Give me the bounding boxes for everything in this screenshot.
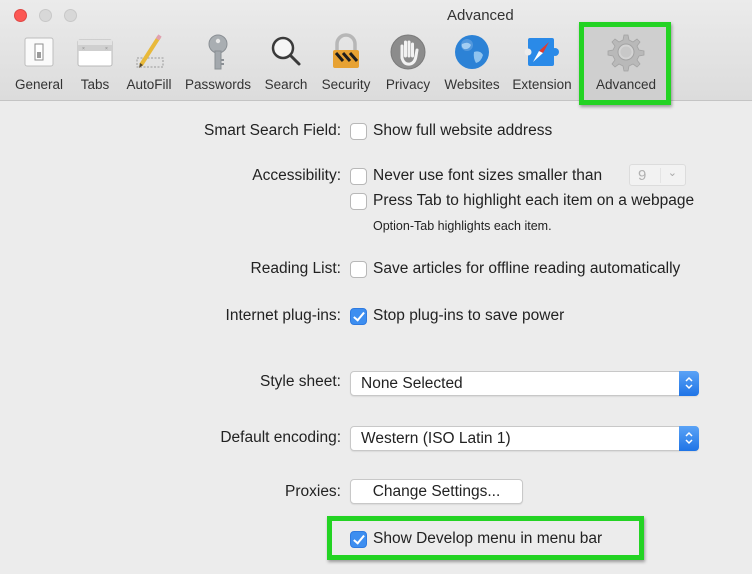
offline-reading-checkbox[interactable]	[350, 261, 367, 278]
tab-highlight-text: Press Tab to highlight each item on a we…	[373, 192, 695, 209]
svg-text:×: ×	[105, 46, 108, 52]
change-settings-button[interactable]: Change Settings...	[350, 479, 523, 504]
tab-security[interactable]: Security	[316, 28, 376, 100]
tab-search-label: Search	[264, 77, 308, 92]
stop-plugins-checkbox[interactable]	[350, 308, 367, 325]
show-develop-menu-text: Show Develop menu in menu bar	[373, 530, 603, 547]
advanced-tab-highlight	[579, 22, 671, 105]
safari-preferences-window: Advanced General × × Tabs AutoFill Passw…	[0, 0, 752, 574]
reading-list-label: Reading List:	[250, 260, 341, 277]
tab-autofill-label: AutoFill	[126, 77, 172, 92]
style-sheet-value: None Selected	[361, 375, 463, 392]
up-down-chevron-icon	[679, 371, 699, 396]
pencil-form-icon	[136, 34, 164, 68]
tab-security-label: Security	[321, 77, 371, 92]
tab-websites-label: Websites	[444, 77, 500, 92]
advanced-settings-panel: Smart Search Field: Show full website ad…	[0, 102, 752, 574]
show-full-address-text: Show full website address	[373, 122, 553, 139]
tabs-window-icon: × ×	[77, 39, 113, 67]
show-full-address-checkbox[interactable]	[350, 123, 367, 140]
smart-search-label: Smart Search Field:	[204, 122, 341, 139]
tab-autofill[interactable]: AutoFill	[120, 28, 178, 100]
general-switch-icon	[24, 37, 54, 67]
min-font-size-select[interactable]: 9 ⌄	[629, 164, 686, 186]
tab-websites[interactable]: Websites	[440, 28, 504, 100]
zoom-window-button[interactable]	[64, 9, 77, 22]
offline-reading-text: Save articles for offline reading automa…	[373, 260, 681, 277]
min-font-size-text: Never use font sizes smaller than	[373, 167, 603, 184]
option-tab-hint: Option-Tab highlights each item.	[373, 219, 552, 233]
select-divider	[660, 168, 661, 183]
style-sheet-label: Style sheet:	[260, 373, 341, 390]
min-font-size-value: 9	[638, 167, 647, 184]
stop-plugins-text: Stop plug-ins to save power	[373, 307, 565, 324]
window-title: Advanced	[447, 7, 514, 24]
default-encoding-value: Western (ISO Latin 1)	[361, 430, 511, 447]
tab-privacy-label: Privacy	[385, 77, 431, 92]
close-window-button[interactable]	[14, 9, 27, 22]
tab-extensions-label: Extension	[512, 77, 572, 92]
style-sheet-select[interactable]: None Selected	[350, 371, 699, 396]
globe-icon	[455, 35, 489, 69]
padlock-icon	[333, 33, 359, 68]
default-encoding-select[interactable]: Western (ISO Latin 1)	[350, 426, 699, 451]
show-develop-menu-checkbox[interactable]	[350, 531, 367, 548]
plugins-label: Internet plug-ins:	[225, 307, 341, 324]
magnifier-icon	[271, 36, 301, 66]
minimize-window-button[interactable]	[39, 9, 52, 22]
tab-highlight-checkbox[interactable]	[350, 193, 367, 210]
key-icon	[208, 34, 228, 70]
tab-general-label: General	[14, 77, 64, 92]
tab-tabs[interactable]: × × Tabs	[74, 28, 116, 100]
min-font-size-checkbox[interactable]	[350, 168, 367, 185]
tab-tabs-label: Tabs	[80, 77, 110, 92]
tab-passwords-label: Passwords	[184, 77, 252, 92]
accessibility-label: Accessibility:	[252, 167, 341, 184]
chevron-down-icon: ⌄	[667, 167, 677, 179]
puzzle-compass-icon	[524, 38, 559, 66]
tab-search[interactable]: Search	[258, 28, 314, 100]
proxies-label: Proxies:	[285, 483, 341, 500]
tab-general[interactable]: General	[8, 28, 70, 100]
hand-stop-icon	[390, 34, 426, 70]
tab-passwords[interactable]: Passwords	[182, 28, 254, 100]
svg-text:×: ×	[82, 46, 85, 52]
up-down-chevron-icon	[679, 426, 699, 451]
tab-privacy[interactable]: Privacy	[380, 28, 436, 100]
tab-extensions[interactable]: Extension	[508, 28, 576, 100]
default-encoding-label: Default encoding:	[220, 429, 341, 446]
